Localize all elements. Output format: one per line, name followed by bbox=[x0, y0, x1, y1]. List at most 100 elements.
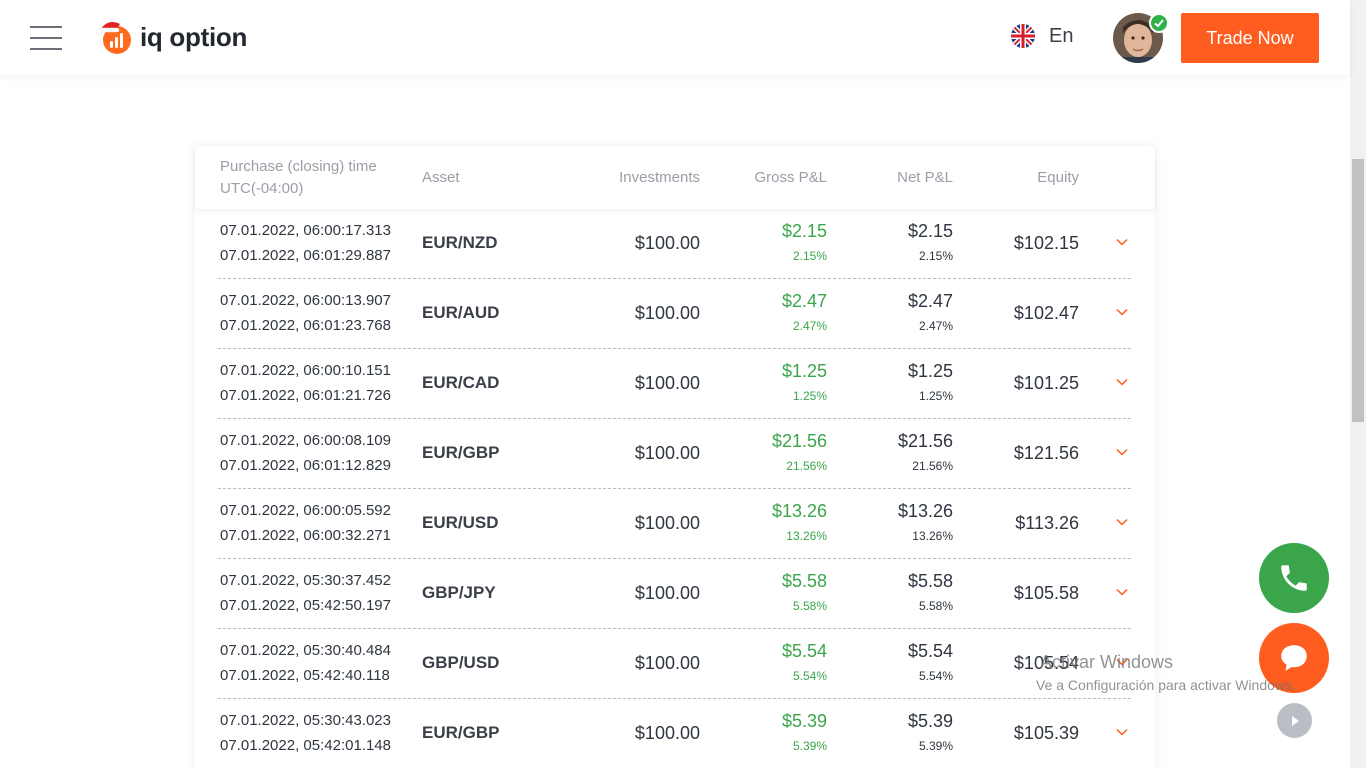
gross-pl-percent: 2.15% bbox=[792, 249, 827, 263]
column-header-equity: Equity bbox=[1037, 169, 1079, 186]
chevron-down-icon[interactable] bbox=[1115, 445, 1129, 459]
top-header: iq option En Trade Now bbox=[0, 0, 1350, 75]
column-header-time: Purchase (closing) time UTC(-04:00) bbox=[220, 158, 377, 197]
equity-value: $105.58 bbox=[1013, 583, 1079, 603]
asset-name: EUR/NZD bbox=[422, 233, 498, 252]
gross-pl-value: $1.25 bbox=[781, 361, 827, 381]
table-row[interactable]: 07.01.2022, 06:00:08.109 07.01.2022, 06:… bbox=[218, 419, 1131, 489]
chevron-down-icon[interactable] bbox=[1115, 305, 1129, 319]
investment-value: $100.00 bbox=[634, 513, 700, 533]
brand-logo[interactable]: iq option bbox=[94, 16, 247, 58]
close-time: 07.01.2022, 06:01:12.829 bbox=[220, 457, 391, 474]
open-time: 07.01.2022, 06:00:13.907 bbox=[220, 292, 391, 309]
equity-value: $113.26 bbox=[1015, 513, 1079, 533]
net-pl-percent: 2.15% bbox=[918, 249, 953, 263]
gross-pl-value: $5.39 bbox=[781, 711, 827, 731]
investment-value: $100.00 bbox=[634, 443, 700, 463]
chevron-down-icon[interactable] bbox=[1115, 515, 1129, 529]
brand-name: iq option bbox=[140, 21, 248, 52]
net-pl-percent: 5.39% bbox=[918, 739, 953, 753]
net-pl-value: $1.25 bbox=[907, 361, 953, 381]
open-time: 07.01.2022, 06:00:17.313 bbox=[220, 222, 391, 239]
gross-pl-percent: 1.25% bbox=[792, 389, 827, 403]
investment-value: $100.00 bbox=[634, 723, 700, 743]
play-icon bbox=[1291, 715, 1299, 726]
open-time: 07.01.2022, 06:00:05.592 bbox=[220, 502, 391, 519]
investment-value: $100.00 bbox=[634, 583, 700, 603]
asset-name: EUR/AUD bbox=[422, 303, 500, 322]
gross-pl-value: $5.54 bbox=[781, 641, 827, 661]
net-pl-value: $5.58 bbox=[907, 571, 953, 591]
gross-pl-value: $2.47 bbox=[781, 291, 827, 311]
chevron-down-icon[interactable] bbox=[1115, 375, 1129, 389]
close-time: 07.01.2022, 05:42:40.118 bbox=[220, 667, 390, 684]
table-header: Purchase (closing) time UTC(-04:00) Asse… bbox=[195, 146, 1155, 209]
avatar[interactable] bbox=[1113, 13, 1169, 63]
equity-value: $121.56 bbox=[1013, 443, 1079, 463]
close-time: 07.01.2022, 06:01:29.887 bbox=[220, 247, 391, 264]
gross-pl-percent: 5.58% bbox=[792, 599, 827, 613]
phone-icon bbox=[1281, 565, 1307, 591]
chevron-down-icon[interactable] bbox=[1115, 585, 1129, 599]
chevron-down-icon[interactable] bbox=[1115, 235, 1129, 249]
asset-name: EUR/GBP bbox=[422, 723, 500, 742]
trade-now-button[interactable]: Trade Now bbox=[1181, 13, 1319, 63]
net-pl-percent: 5.58% bbox=[918, 599, 953, 613]
scrollbar-thumb[interactable] bbox=[1352, 159, 1364, 422]
table-row[interactable]: 07.01.2022, 06:00:10.151 07.01.2022, 06:… bbox=[218, 349, 1131, 419]
asset-name: GBP/JPY bbox=[422, 583, 496, 602]
equity-value: $101.25 bbox=[1013, 373, 1079, 393]
gross-pl-percent: 5.54% bbox=[792, 669, 827, 683]
chat-bubble-icon bbox=[1281, 645, 1307, 671]
logo-mark-icon bbox=[94, 16, 136, 58]
open-time: 07.01.2022, 05:30:43.023 bbox=[220, 712, 391, 729]
equity-value: $105.54 bbox=[1013, 653, 1079, 673]
close-time: 07.01.2022, 05:42:50.197 bbox=[220, 597, 391, 614]
table-row[interactable]: 07.01.2022, 06:00:05.592 07.01.2022, 06:… bbox=[218, 489, 1131, 559]
gross-pl-value: $2.15 bbox=[781, 221, 827, 241]
investment-value: $100.00 bbox=[634, 653, 700, 673]
table-row[interactable]: 07.01.2022, 06:00:17.313 07.01.2022, 06:… bbox=[218, 209, 1131, 279]
net-pl-value: $13.26 bbox=[897, 501, 953, 521]
gross-pl-percent: 5.39% bbox=[792, 739, 827, 753]
equity-value: $105.39 bbox=[1013, 723, 1079, 743]
play-button[interactable] bbox=[1277, 703, 1312, 738]
gross-pl-percent: 2.47% bbox=[792, 319, 827, 333]
net-pl-percent: 13.26% bbox=[912, 529, 953, 543]
equity-value: $102.47 bbox=[1013, 303, 1079, 323]
open-time: 07.01.2022, 06:00:10.151 bbox=[220, 362, 391, 379]
chevron-down-icon[interactable] bbox=[1115, 655, 1129, 669]
investment-value: $100.00 bbox=[634, 233, 700, 253]
call-support-button[interactable] bbox=[1259, 543, 1329, 613]
net-pl-percent: 2.47% bbox=[918, 319, 953, 333]
net-pl-percent: 21.56% bbox=[912, 459, 953, 473]
language-selector[interactable]: En bbox=[1011, 24, 1073, 48]
column-header-asset: Asset bbox=[422, 169, 460, 186]
asset-name: EUR/GBP bbox=[422, 443, 500, 462]
table-row[interactable]: 07.01.2022, 05:30:40.484 07.01.2022, 05:… bbox=[218, 629, 1131, 699]
net-pl-percent: 1.25% bbox=[918, 389, 953, 403]
chevron-down-icon[interactable] bbox=[1115, 725, 1129, 739]
close-time: 07.01.2022, 05:42:01.148 bbox=[220, 737, 391, 754]
check-badge-icon bbox=[1149, 13, 1169, 33]
close-time: 07.01.2022, 06:01:21.726 bbox=[220, 387, 391, 404]
language-label: En bbox=[1049, 24, 1074, 47]
close-time: 07.01.2022, 06:00:32.271 bbox=[220, 527, 391, 544]
asset-name: GBP/USD bbox=[422, 653, 500, 672]
asset-name: EUR/CAD bbox=[422, 373, 500, 392]
investment-value: $100.00 bbox=[634, 373, 700, 393]
hamburger-menu-icon[interactable] bbox=[30, 26, 62, 50]
column-header-gross-pl: Gross P&L bbox=[754, 169, 827, 186]
gross-pl-value: $21.56 bbox=[771, 431, 827, 451]
net-pl-value: $2.47 bbox=[907, 291, 953, 311]
table-row[interactable]: 07.01.2022, 06:00:13.907 07.01.2022, 06:… bbox=[218, 279, 1131, 349]
investment-value: $100.00 bbox=[634, 303, 700, 323]
table-row[interactable]: 07.01.2022, 05:30:43.023 07.01.2022, 05:… bbox=[218, 699, 1131, 768]
uk-flag-icon bbox=[1011, 24, 1035, 48]
table-row[interactable]: 07.01.2022, 05:30:37.452 07.01.2022, 05:… bbox=[218, 559, 1131, 629]
chat-support-button[interactable] bbox=[1259, 623, 1329, 693]
gross-pl-value: $13.26 bbox=[771, 501, 827, 521]
net-pl-percent: 5.54% bbox=[918, 669, 953, 683]
open-time: 07.01.2022, 05:30:37.452 bbox=[220, 572, 391, 589]
gross-pl-value: $5.58 bbox=[781, 571, 827, 591]
